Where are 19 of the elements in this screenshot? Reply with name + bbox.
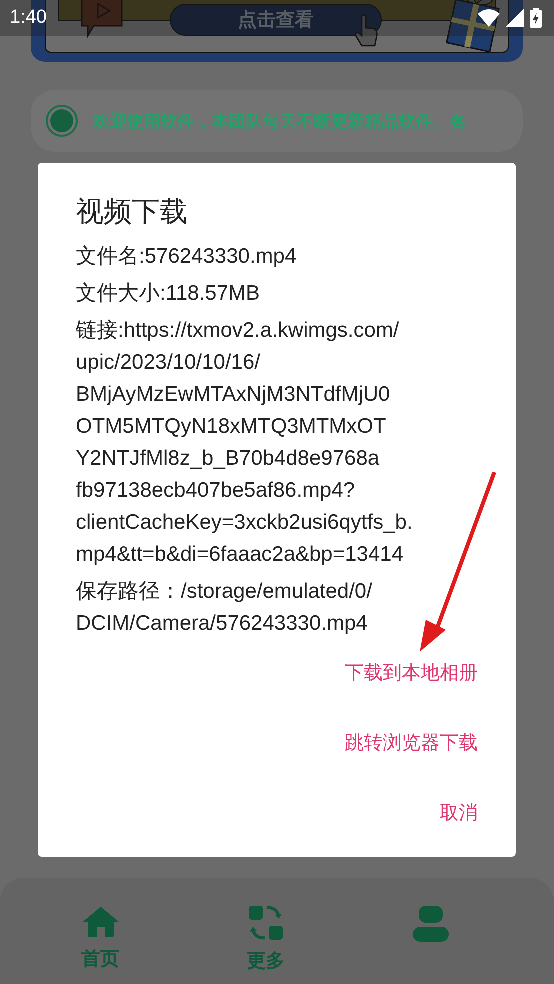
- file-name-text: 文件名:576243330.mp4: [76, 244, 298, 270]
- view-button[interactable]: 点击查看: [170, 4, 382, 36]
- dialog-action-button[interactable]: 取消: [432, 794, 486, 832]
- user-icon: [413, 906, 450, 942]
- status-dot-icon: [45, 104, 79, 138]
- dialog-action-button[interactable]: 下载到本地相册: [337, 654, 486, 692]
- home-icon: [82, 906, 120, 938]
- battery-icon: [530, 8, 542, 28]
- link-text: 链接:https://txmov2.a.kwimgs.com/ upic/2023/10/10/16/ BMjAyMzEwMTAxNjM3NTdfMjU0 OTM5MTQyN18xMTQ3MTMxOT Y2NTJfMl8z_b_B70b4d8e9768a fb97138ecb407be5af86.mp4? clientCacheKey=3xckb2usi6qytfs_b. mp4&tt=b&di=6faaac2a&bp=13414: [76, 318, 414, 568]
- dialog-action-button[interactable]: 跳转浏览器下载: [337, 724, 486, 762]
- swap-squares-icon: [248, 906, 284, 940]
- pointer-hand-icon: [354, 14, 380, 48]
- clock-time: 1:40: [10, 7, 47, 29]
- file-size-text: 文件大小:118.57MB: [76, 281, 262, 307]
- save-path-text: 保存路径：/storage/emulated/0/ DCIM/Camera/576243330.mp4: [76, 579, 374, 637]
- dialog-title: 视频下载: [76, 195, 189, 229]
- signal-icon: [506, 9, 524, 27]
- notice-text: 欢迎使用软件，本团队每天不断更新精品软件、各: [93, 110, 467, 132]
- wifi-icon: [478, 9, 500, 27]
